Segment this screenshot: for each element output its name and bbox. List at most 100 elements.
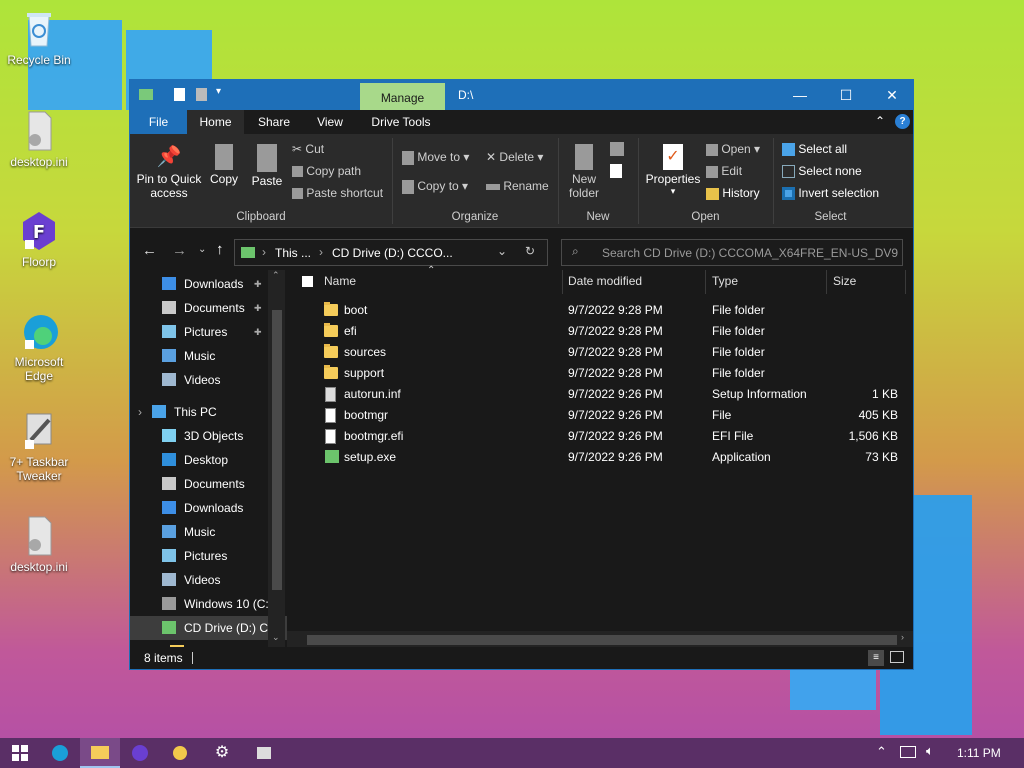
horizontal-scrollbar[interactable]: ›: [287, 631, 913, 648]
new-item-icon[interactable]: [610, 142, 624, 156]
nav-scrollbar[interactable]: ⌃ ⌄: [268, 270, 285, 650]
qa-dropdown-icon[interactable]: ▾: [216, 86, 221, 97]
copy-button[interactable]: Copy: [206, 144, 242, 186]
maximize-button[interactable]: ☐: [823, 80, 869, 110]
tab-home[interactable]: Home: [187, 110, 244, 134]
nav-item[interactable]: Videos: [130, 368, 287, 392]
desktop-icon-recycle-bin[interactable]: Recycle Bin: [7, 8, 71, 67]
close-button[interactable]: ✕: [869, 80, 915, 110]
taskbar-floorp-icon[interactable]: [120, 738, 160, 768]
file-row[interactable]: efi 9/7/2022 9:28 PM File folder: [287, 321, 913, 342]
collapse-ribbon-icon[interactable]: ⌃: [875, 114, 885, 128]
nav-item[interactable]: Downloads: [130, 496, 287, 520]
taskbar-app-icon[interactable]: [244, 738, 284, 768]
scroll-down-icon[interactable]: ⌄: [272, 632, 280, 643]
nav-item[interactable]: Documents ✚: [130, 296, 287, 320]
select-all-button[interactable]: Select all: [782, 142, 847, 157]
file-row[interactable]: support 9/7/2022 9:28 PM File folder: [287, 363, 913, 384]
breadcrumb-cd-drive[interactable]: CD Drive (D:) CCCO...: [332, 246, 453, 260]
pin-quick-access-button[interactable]: 📌 Pin to Quick access: [136, 144, 202, 200]
file-row[interactable]: bootmgr 9/7/2022 9:26 PM File 405 KB: [287, 405, 913, 426]
taskbar-settings-icon[interactable]: ⚙: [202, 738, 242, 768]
taskbar-tips-icon[interactable]: [160, 738, 200, 768]
column-date-modified[interactable]: Date modified: [568, 270, 642, 292]
copy-to-button[interactable]: Copy to ▾: [402, 179, 468, 194]
column-type[interactable]: Type: [712, 270, 738, 292]
invert-selection-button[interactable]: Invert selection: [782, 186, 879, 201]
large-icons-view-icon[interactable]: [890, 651, 904, 663]
nav-item[interactable]: 3D Objects: [130, 424, 287, 448]
tab-view[interactable]: View: [304, 110, 356, 134]
show-hidden-icons-icon[interactable]: ⌃: [876, 744, 887, 760]
address-bar[interactable]: › This ... › CD Drive (D:) CCCO... ⌄ ↻: [234, 239, 548, 266]
help-icon[interactable]: ?: [895, 114, 910, 129]
easy-access-icon[interactable]: [610, 164, 622, 178]
taskbar-explorer-icon[interactable]: [80, 738, 120, 768]
address-dropdown-icon[interactable]: ⌄: [497, 244, 507, 258]
select-none-button[interactable]: Select none: [782, 164, 862, 179]
details-view-icon[interactable]: ≡: [868, 650, 884, 666]
file-row[interactable]: bootmgr.efi 9/7/2022 9:26 PM EFI File 1,506…: [287, 426, 913, 447]
file-row[interactable]: autorun.inf 9/7/2022 9:26 PM Setup Informa…: [287, 384, 913, 405]
nav-item[interactable]: CD Drive (D:) CC: [130, 616, 287, 640]
expand-chevron-icon[interactable]: ›: [138, 400, 142, 424]
delete-button[interactable]: ✕ Delete ▾: [486, 150, 543, 164]
new-folder-qa-icon[interactable]: [196, 88, 207, 101]
refresh-icon[interactable]: ↻: [525, 244, 535, 258]
nav-item[interactable]: Pictures: [130, 544, 287, 568]
column-size[interactable]: Size: [833, 270, 856, 292]
desktop-icon-floorp[interactable]: F Floorp: [7, 210, 71, 269]
nav-item[interactable]: Music: [130, 520, 287, 544]
clock[interactable]: 1:11 PM: [957, 746, 1001, 760]
move-to-button[interactable]: Move to ▾: [402, 150, 469, 165]
file-row[interactable]: sources 9/7/2022 9:28 PM File folder: [287, 342, 913, 363]
edit-button[interactable]: Edit: [706, 164, 742, 178]
file-row[interactable]: setup.exe 9/7/2022 9:26 PM Application 73 K…: [287, 447, 913, 468]
properties-button[interactable]: ✓ Properties ▾: [644, 144, 702, 197]
scroll-up-icon[interactable]: ⌃: [272, 270, 280, 281]
scroll-thumb[interactable]: [272, 310, 282, 590]
nav-item[interactable]: Music: [130, 344, 287, 368]
breadcrumb-this-pc[interactable]: This ...: [275, 246, 311, 260]
properties-qa-icon[interactable]: [174, 88, 185, 101]
start-button[interactable]: [0, 738, 40, 768]
search-box[interactable]: ⌕ Search CD Drive (D:) CCCOMA_X64FRE_EN-…: [561, 239, 903, 266]
nav-item[interactable]: This PC ›: [130, 400, 287, 424]
desktop-icon-desktop-ini[interactable]: desktop.ini: [7, 110, 71, 169]
tab-drive-tools[interactable]: Drive Tools: [360, 110, 442, 134]
paste-button[interactable]: Paste: [248, 144, 286, 188]
back-icon[interactable]: ←: [142, 242, 157, 259]
nav-item[interactable]: Videos: [130, 568, 287, 592]
network-icon[interactable]: [900, 746, 916, 758]
minimize-button[interactable]: —: [777, 80, 823, 110]
nav-item[interactable]: Documents: [130, 472, 287, 496]
history-button[interactable]: History: [706, 186, 760, 200]
tab-share[interactable]: Share: [244, 110, 304, 134]
manage-tab[interactable]: Manage: [360, 83, 445, 110]
desktop-icon-desktop-ini-2[interactable]: desktop.ini: [7, 515, 71, 574]
taskbar-edge-icon[interactable]: [40, 738, 80, 768]
column-name[interactable]: Name: [324, 270, 356, 292]
rename-button[interactable]: Rename: [486, 179, 549, 193]
desktop-icon-taskbar-tweaker[interactable]: 7+ Taskbar Tweaker: [7, 410, 71, 483]
nav-item[interactable]: Desktop: [130, 448, 287, 472]
hscroll-right-icon[interactable]: ›: [901, 632, 904, 642]
nav-item[interactable]: Windows 10 (C:): [130, 592, 287, 616]
nav-item[interactable]: Downloads ✚: [130, 272, 287, 296]
file-row[interactable]: boot 9/7/2022 9:28 PM File folder: [287, 300, 913, 321]
recent-dropdown-icon[interactable]: ⌄: [198, 244, 206, 255]
new-folder-button[interactable]: New folder: [564, 144, 604, 200]
tab-file[interactable]: File: [130, 110, 187, 134]
hscroll-thumb[interactable]: [307, 635, 897, 645]
volume-muted-icon[interactable]: 🔈︎: [926, 743, 934, 759]
title-bar[interactable]: ▾ Manage D:\ — ☐ ✕: [130, 80, 913, 110]
cut-button[interactable]: ✂ Cut: [292, 142, 324, 156]
paste-shortcut-button[interactable]: Paste shortcut: [292, 186, 383, 200]
copy-path-button[interactable]: Copy path: [292, 164, 361, 178]
select-all-checkbox[interactable]: [302, 276, 313, 287]
desktop-icon-edge[interactable]: Microsoft Edge: [7, 310, 71, 383]
open-button[interactable]: Open ▾: [706, 142, 760, 156]
up-icon[interactable]: ↑: [216, 241, 224, 258]
forward-icon[interactable]: →: [172, 242, 187, 259]
nav-item[interactable]: Pictures ✚: [130, 320, 287, 344]
